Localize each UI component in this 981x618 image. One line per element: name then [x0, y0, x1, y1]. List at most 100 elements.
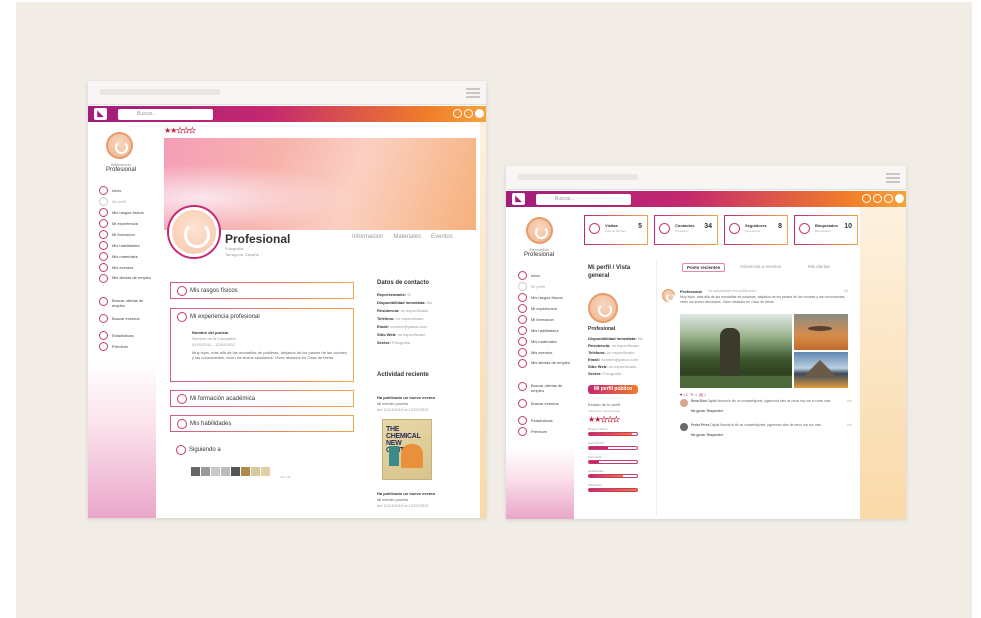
following-avatar[interactable] [191, 467, 200, 476]
post-photo-desert[interactable] [794, 314, 848, 350]
settings-icon[interactable] [884, 194, 893, 203]
sidebar-item-mi-formacion[interactable]: Mi formación [99, 230, 154, 241]
address-field[interactable] [100, 89, 220, 95]
profile-overview-card: Mi perfil / Vista general Profesional Di… [578, 257, 860, 519]
user-menu-icon[interactable] [895, 194, 904, 203]
like-link[interactable]: Me gusta [691, 409, 705, 413]
tab-materiales[interactable]: Materiales [393, 234, 421, 240]
sidebar-item-mis-rasgos-fisicos[interactable]: Mis rasgos físicos [99, 208, 154, 219]
comment-icon[interactable]: ✎ [690, 392, 693, 397]
comment-avatar[interactable] [680, 399, 688, 407]
user-menu-icon[interactable] [475, 109, 484, 118]
sidebar-item-mis-eventos[interactable]: Mis eventos [518, 348, 573, 359]
sidebar-item-mi-formacion[interactable]: Mi formación [518, 315, 573, 326]
following-avatar[interactable] [231, 467, 240, 476]
sidebar-item-mi-perfil[interactable]: Mi perfil [518, 282, 573, 293]
rasgos-fisicos-section[interactable]: Mis rasgos físicos [170, 282, 354, 299]
tab-eventos[interactable]: Eventos [431, 234, 453, 240]
progress-fill [589, 447, 609, 449]
messages-icon[interactable] [453, 109, 462, 118]
sidebar-item-mis-alertas-de-empleo[interactable]: Mis alertas de empleo [99, 274, 154, 291]
tab-mis-alertas[interactable]: Mis alertas [808, 264, 830, 269]
tab-asistencia-eventos[interactable]: Asistencia a eventos [740, 264, 781, 269]
sidebar-user-name: Profesional [523, 252, 555, 258]
sidebar-item-mis-alertas-de-empleo[interactable]: Mis alertas de empleo [518, 359, 573, 376]
sidebar-item-inicio[interactable]: Inicio [99, 186, 154, 197]
comment-author[interactable]: Pedro Pérez [691, 423, 709, 427]
overview-avatar[interactable] [588, 293, 618, 323]
sidebar-item-buscar-ofertas-de-empleo[interactable]: Buscar ofertas de empleo [99, 297, 154, 314]
sidebar-item-buscar-eventos[interactable]: Buscar eventos [518, 399, 573, 410]
notifications-icon[interactable] [464, 109, 473, 118]
nav-icon [99, 263, 108, 272]
stat-card-seguidores[interactable]: Seguidores Seguidores 8 [724, 215, 788, 245]
tab-informacion[interactable]: Información [352, 234, 383, 240]
comment-actions: Me gusta Responder [691, 433, 723, 438]
following-avatar[interactable] [221, 467, 230, 476]
sidebar-item-mi-experiencia[interactable]: Mi experiencia [518, 304, 573, 315]
post-photo-mountain[interactable] [794, 352, 848, 388]
sidebar-avatar[interactable] [526, 217, 553, 244]
post-author-avatar[interactable] [662, 289, 675, 302]
app-logo-icon[interactable]: ◣ [512, 193, 525, 205]
search-input[interactable]: Buscar... [118, 109, 213, 120]
following-avatar[interactable] [211, 467, 220, 476]
sidebar-item-mis-eventos[interactable]: Mis eventos [99, 263, 154, 274]
sidebar-item-estadisticas[interactable]: Estadísticas [99, 331, 154, 342]
sidebar-item-mis-habilidades[interactable]: Mis habilidades [518, 326, 573, 337]
heart-icon[interactable]: ♥ [680, 392, 682, 397]
profile-avatar[interactable] [169, 207, 219, 257]
sidebar-item-premium[interactable]: Premium [99, 342, 154, 353]
sidebar-item-mi-experiencia[interactable]: Mi experiencia [99, 219, 154, 230]
like-link[interactable]: Me gusta [691, 433, 705, 437]
public-profile-button[interactable]: Mi perfil público [588, 385, 638, 394]
address-field[interactable] [518, 174, 638, 180]
sidebar-item-estadisticas[interactable]: Estadísticas [518, 416, 573, 427]
reply-link[interactable]: Responder [707, 409, 724, 413]
sidebar-item-mi-perfil[interactable]: Mi perfil [99, 197, 154, 208]
activity-item-name[interactable]: Mi evento prueba [377, 497, 408, 502]
browser-menu-icon[interactable] [466, 86, 480, 100]
post-photo-forest[interactable] [680, 314, 792, 388]
post-time: 2h [844, 289, 848, 293]
formacion-section[interactable]: Mi formación académica [170, 390, 354, 407]
browser-menu-icon[interactable] [886, 171, 900, 185]
messages-icon[interactable] [862, 194, 871, 203]
sidebar-item-mis-rasgos-fisicos[interactable]: Mis rasgos físicos [518, 293, 573, 304]
presentation-stage: ◣ Buscar... Bienvenido Profesional Inici… [0, 0, 981, 618]
reply-link[interactable]: Responder [707, 433, 724, 437]
sidebar-item-label: Mi formación [531, 317, 554, 322]
post-author[interactable]: Profesional [680, 289, 702, 294]
comment-item: Pedro Pérez Digital Normal le dio un rom… [680, 423, 852, 445]
following-avatar[interactable] [201, 467, 210, 476]
activity-item-name[interactable]: Mi evento prueba [377, 401, 408, 406]
sidebar-item-inicio[interactable]: Inicio [518, 271, 573, 282]
sidebar-item-buscar-eventos[interactable]: Buscar eventos [99, 314, 154, 325]
share-icon[interactable]: ▤ [699, 392, 703, 397]
contact-value: no especificado [607, 364, 637, 369]
sidebar-item-mis-materiales[interactable]: Mis materiales [518, 337, 573, 348]
tab-posts-recientes[interactable]: Posts recientes [682, 263, 726, 272]
sidebar-item-buscar-ofertas-de-empleo[interactable]: Buscar ofertas de empleo [518, 382, 573, 399]
sidebar-avatar[interactable] [106, 132, 133, 159]
sidebar-item-premium[interactable]: Premium [518, 427, 573, 438]
event-poster-image[interactable]: THE CHEMICAL NEW CENTRES [382, 419, 432, 480]
contact-list: Representante: Sí Disponibilidad inmediat… [377, 291, 473, 347]
following-avatar[interactable] [251, 467, 260, 476]
following-avatar[interactable] [261, 467, 270, 476]
stat-card-contactos[interactable]: Contactos Contactos 34 [654, 215, 718, 245]
experiencia-title: Mi experiencia profesional [190, 314, 260, 320]
ver-mas-link[interactable]: Ver más [280, 475, 291, 480]
following-avatar[interactable] [241, 467, 250, 476]
app-logo-icon[interactable]: ◣ [94, 108, 107, 120]
notifications-icon[interactable] [873, 194, 882, 203]
comment-avatar[interactable] [680, 423, 688, 431]
sidebar-item-mis-habilidades[interactable]: Mis habilidades [99, 241, 154, 252]
stat-card-visitas[interactable]: Visitas Últimos 30 días 5 [584, 215, 648, 245]
stat-card-bloqueados[interactable]: Bloqueados Bloqueados 10 [794, 215, 858, 245]
experiencia-section[interactable]: Mi experiencia profesional Nombre del pu… [170, 308, 354, 382]
comment-author[interactable]: Rosa Ríos [691, 399, 707, 403]
sidebar-item-mis-materiales[interactable]: Mis materiales [99, 252, 154, 263]
search-input[interactable]: Buscar... [536, 194, 631, 205]
habilidades-section[interactable]: Mis habilidades [170, 415, 354, 432]
